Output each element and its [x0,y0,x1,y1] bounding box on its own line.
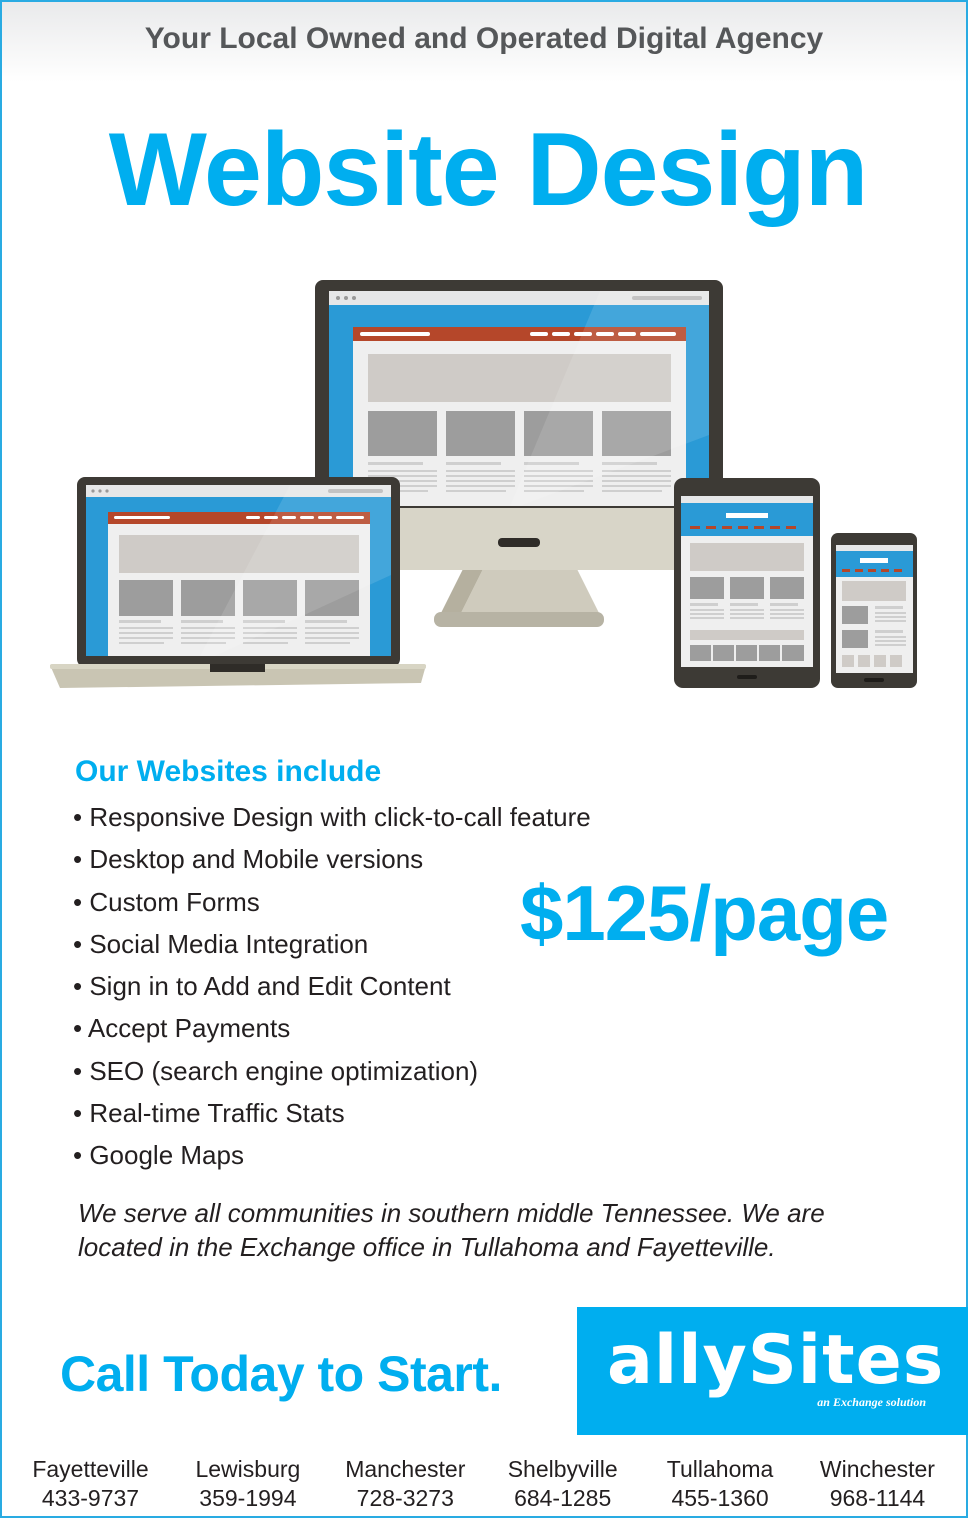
office-phone: 455-1360 [671,1485,769,1511]
tagline: Your Local Owned and Operated Digital Ag… [144,22,824,55]
office-fayetteville: Fayetteville 433-9737 [12,1455,169,1513]
allysites-logo: allySites an Exchange solution [577,1307,968,1435]
call-to-action: Call Today to Start. [60,1346,502,1402]
feature-item: • Responsive Design with click-to-call f… [73,802,591,832]
phone-icon [831,533,917,688]
office-shelbyville: Shelbyville 684-1285 [484,1455,641,1513]
features-title: Our Websites include [75,755,382,788]
feature-item: • Desktop and Mobile versions [73,844,424,875]
office-phone: 684-1285 [514,1485,612,1511]
office-lewisburg: Lewisburg 359-1994 [169,1455,326,1513]
tablet-icon [674,478,820,688]
office-phone: 433-9737 [41,1485,140,1511]
logo-wordmark: allySites [607,1321,945,1400]
feature-item: • Real-time Traffic Stats [73,1098,345,1129]
laptop-icon [50,477,426,688]
office-manchester: Manchester 728-3273 [327,1455,484,1513]
office-city: Shelbyville [507,1456,618,1482]
office-city: Fayetteville [32,1456,149,1482]
page-title: Website Design [108,112,868,228]
feature-item: • Accept Payments [73,1013,291,1044]
office-city: Winchester [819,1456,935,1482]
feature-item: • Google Maps [73,1140,244,1171]
feature-item: • Sign in to Add and Edit Content [73,971,451,1002]
price-label: $125/page [520,869,889,957]
features-list: • Responsive Design with click-to-call f… [73,800,591,1181]
feature-item: • SEO (search engine optimization) [73,1055,479,1086]
responsive-devices-illustration [50,280,917,688]
office-phone: 359-1994 [199,1485,297,1511]
feature-item: • Custom Forms [73,886,260,917]
office-city: Lewisburg [195,1456,301,1482]
logo-subtitle: an Exchange solution [817,1395,926,1409]
office-winchester: Winchester 968-1144 [799,1455,956,1513]
feature-item: • Social Media Integration [73,928,369,959]
service-area-text: We serve all communities in southern mid… [78,1198,825,1262]
office-tullahoma: Tullahoma 455-1360 [642,1455,799,1513]
office-city: Tullahoma [666,1456,774,1482]
office-locations: Fayetteville 433-9737 Lewisburg 359-1994… [12,1455,956,1513]
office-phone: 968-1144 [829,1485,926,1511]
office-phone: 728-3273 [356,1485,454,1511]
office-city: Manchester [345,1456,466,1482]
